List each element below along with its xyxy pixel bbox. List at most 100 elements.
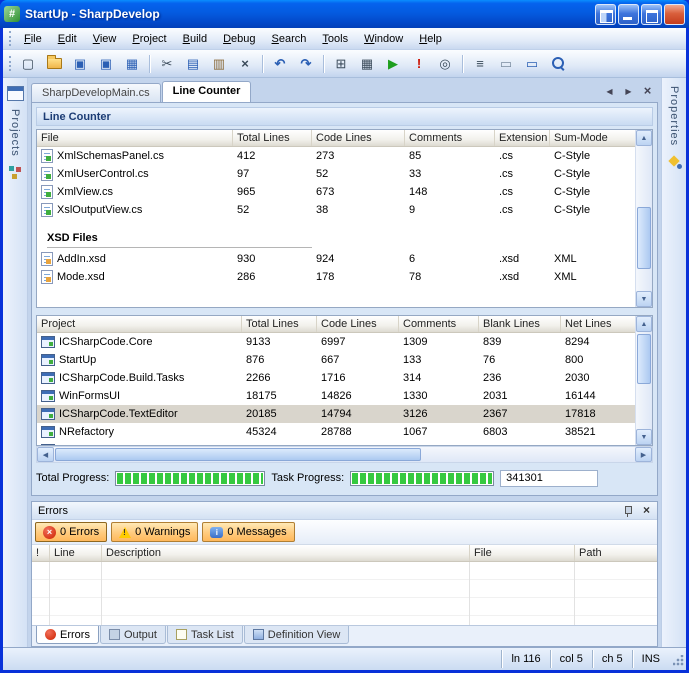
scroll-thumb[interactable] xyxy=(55,448,421,461)
column-header-total-lines[interactable]: Total Lines xyxy=(242,316,317,332)
tab-task-list[interactable]: Task List xyxy=(167,626,243,644)
tab-sharpdevelopmain[interactable]: SharpDevelopMain.cs xyxy=(31,83,161,102)
title-bar[interactable]: StartUp - SharpDevelop xyxy=(0,0,689,28)
menu-tools[interactable]: Tools xyxy=(314,29,356,49)
menu-edit[interactable]: Edit xyxy=(50,29,85,49)
sidebar-tab-projects[interactable]: Projects xyxy=(9,109,21,157)
table-row[interactable]: XslOutputView.cs52389.csC-Style xyxy=(37,201,652,219)
menu-search[interactable]: Search xyxy=(264,29,315,49)
copy-icon-button[interactable]: ▤ xyxy=(181,52,205,75)
record-icon-button[interactable]: ◎ xyxy=(433,52,457,75)
column-header-code-lines[interactable]: Code Lines xyxy=(312,130,405,146)
projects-scrollbar[interactable] xyxy=(635,316,652,445)
scroll-track[interactable] xyxy=(636,332,652,429)
pin-icon[interactable] xyxy=(622,505,633,517)
column-header--[interactable]: ! xyxy=(32,545,50,561)
column-header-project[interactable]: Project xyxy=(37,316,242,332)
column-header-comments[interactable]: Comments xyxy=(399,316,479,332)
restore-button[interactable] xyxy=(641,4,662,25)
scroll-up-icon[interactable] xyxy=(636,130,652,146)
new-file-icon-button[interactable]: ▢ xyxy=(16,52,40,75)
save-icon-button[interactable]: ▣ xyxy=(94,52,118,75)
scroll-down-icon[interactable] xyxy=(636,291,652,307)
tab-definition-view[interactable]: Definition View xyxy=(244,626,350,644)
horizontal-scrollbar[interactable] xyxy=(36,446,653,463)
cut-icon-button[interactable]: ✂ xyxy=(155,52,179,75)
tab-line-counter[interactable]: Line Counter xyxy=(162,81,252,102)
menu-build[interactable]: Build xyxy=(175,29,215,49)
table-row[interactable]: ICSharpCode.Build.Tasks22661716314236203… xyxy=(37,369,652,387)
title-extra-button[interactable] xyxy=(595,4,616,25)
toolbar-grip[interactable] xyxy=(9,56,12,71)
output-pad-icon-button[interactable]: ▭ xyxy=(494,52,518,75)
abort-icon-button[interactable]: ! xyxy=(407,52,431,75)
classes-panel-icon[interactable] xyxy=(7,165,24,180)
projects-panel-icon[interactable] xyxy=(7,86,24,101)
table-row[interactable]: WinFormsUI18175148261330203116144 xyxy=(37,387,652,405)
undo-icon-button[interactable]: ↶ xyxy=(268,52,292,75)
open-folder-icon-button[interactable] xyxy=(42,52,66,75)
menu-file[interactable]: File xyxy=(16,29,50,49)
redo-icon-button[interactable]: ↷ xyxy=(294,52,318,75)
warnings-toggle-button[interactable]: 0 Warnings xyxy=(111,522,198,542)
column-header-description[interactable]: Description xyxy=(102,545,470,561)
column-header-sum-mode[interactable]: Sum-Mode xyxy=(550,130,638,146)
table-row[interactable]: XmlView.cs965673148.csC-Style xyxy=(37,183,652,201)
tools-panel-icon[interactable] xyxy=(666,154,683,169)
table-row[interactable]: StartUp87666713376800 xyxy=(37,351,652,369)
close-button[interactable] xyxy=(664,4,685,25)
tab-errors[interactable]: Errors xyxy=(36,626,99,644)
scroll-right-icon[interactable] xyxy=(635,447,652,462)
menu-debug[interactable]: Debug xyxy=(215,29,263,49)
column-header-line[interactable]: Line xyxy=(50,545,102,561)
close-panel-icon[interactable] xyxy=(640,504,653,517)
messages-toggle-button[interactable]: 0 Messages xyxy=(202,522,294,542)
column-header-comments[interactable]: Comments xyxy=(405,130,495,146)
column-header-extension[interactable]: Extension xyxy=(495,130,550,146)
menu-window[interactable]: Window xyxy=(356,29,411,49)
column-header-net-lines[interactable]: Net Lines xyxy=(561,316,641,332)
scroll-thumb[interactable] xyxy=(637,207,651,269)
scroll-thumb[interactable] xyxy=(637,334,651,384)
column-header-code-lines[interactable]: Code Lines xyxy=(317,316,399,332)
save-as-icon-button[interactable]: ▣ xyxy=(68,52,92,75)
build-icon-button[interactable]: ⊞ xyxy=(329,52,353,75)
run-icon-button[interactable]: ▶ xyxy=(381,52,405,75)
column-header-total-lines[interactable]: Total Lines xyxy=(233,130,312,146)
column-header-file[interactable]: File xyxy=(37,130,233,146)
build-all-icon-button[interactable]: ▦ xyxy=(355,52,379,75)
scroll-track[interactable] xyxy=(54,447,635,462)
scroll-left-icon[interactable] xyxy=(37,447,54,462)
delete-icon-button[interactable]: × xyxy=(233,52,257,75)
table-row[interactable]: ICSharpCode.Core9133699713098398294 xyxy=(37,333,652,351)
scroll-up-icon[interactable] xyxy=(636,316,652,332)
menu-view[interactable]: View xyxy=(85,29,125,49)
menu-project[interactable]: Project xyxy=(124,29,174,49)
column-header-blank-lines[interactable]: Blank Lines xyxy=(479,316,561,332)
tab-scroll-right-icon[interactable] xyxy=(621,84,636,99)
scroll-track[interactable] xyxy=(636,146,652,291)
close-document-icon[interactable] xyxy=(640,84,655,99)
tab-output[interactable]: Output xyxy=(100,626,166,644)
menu-grip[interactable] xyxy=(9,31,12,46)
task-list-icon-button[interactable]: ≡ xyxy=(468,52,492,75)
sidebar-tab-properties[interactable]: Properties xyxy=(668,86,680,146)
tab-scroll-left-icon[interactable] xyxy=(602,84,617,99)
table-row[interactable]: Mode.xsd28617878.xsdXML xyxy=(37,268,652,286)
table-row[interactable] xyxy=(37,441,652,446)
table-row[interactable]: XmlSchemasPanel.cs41227385.csC-Style xyxy=(37,147,652,165)
column-header-file[interactable]: File xyxy=(470,545,575,561)
scroll-down-icon[interactable] xyxy=(636,429,652,445)
errors-toggle-button[interactable]: 0 Errors xyxy=(35,522,107,542)
menu-help[interactable]: Help xyxy=(411,29,450,49)
column-header-path[interactable]: Path xyxy=(575,545,657,561)
table-row[interactable]: NRefactory45324287881067680338521 xyxy=(37,423,652,441)
files-scrollbar[interactable] xyxy=(635,130,652,307)
minimize-button[interactable] xyxy=(618,4,639,25)
paste-icon-button[interactable]: ▥ xyxy=(207,52,231,75)
table-row[interactable]: AddIn.xsd9309246.xsdXML xyxy=(37,250,652,268)
table-row[interactable]: XmlUserControl.cs975233.csC-Style xyxy=(37,165,652,183)
save-all-icon-button[interactable]: ▦ xyxy=(120,52,144,75)
comment-icon-button[interactable]: ▭ xyxy=(520,52,544,75)
search-icon-button[interactable] xyxy=(546,52,570,75)
